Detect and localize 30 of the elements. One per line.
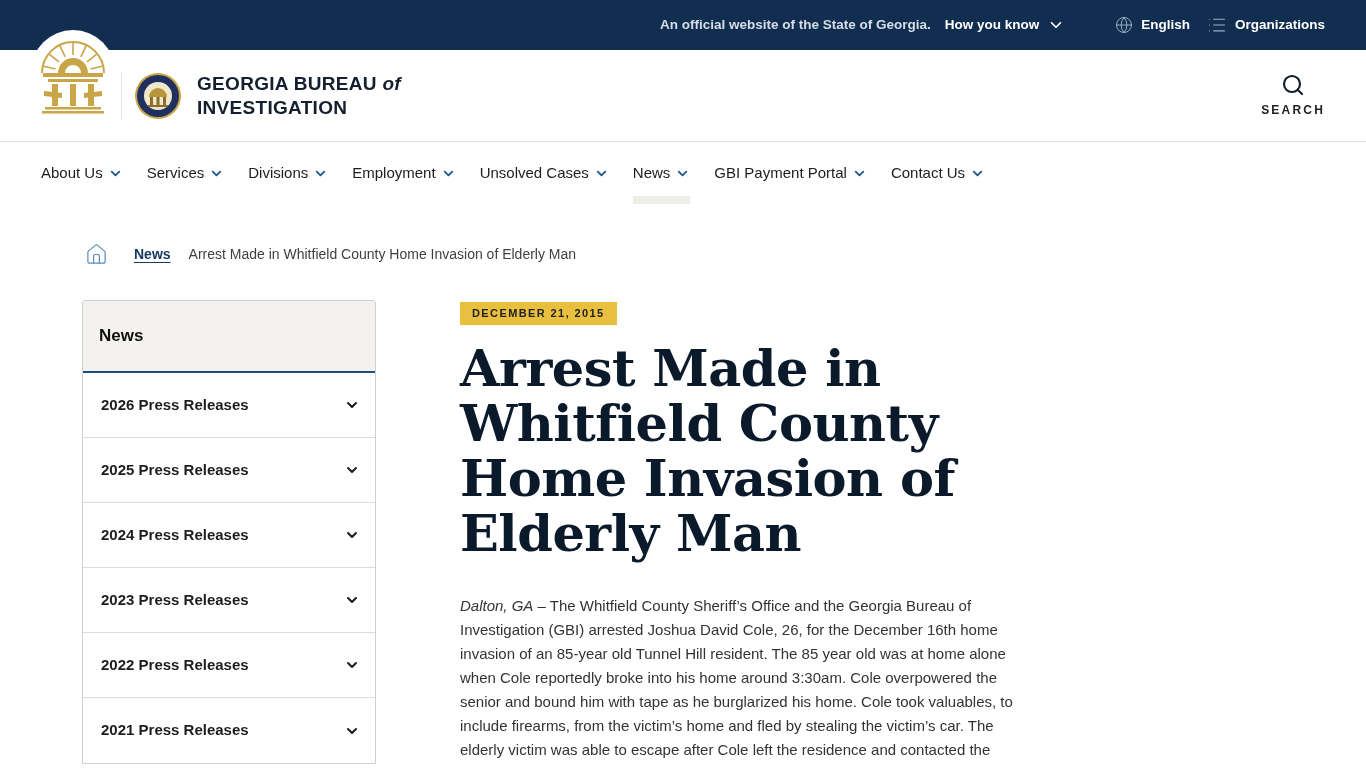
nav-menu-item[interactable]: Divisions <box>248 142 329 204</box>
nav-menu-item[interactable]: Contact Us <box>890 142 986 204</box>
globe-icon <box>1115 16 1134 34</box>
how-you-know-button[interactable]: How you know <box>944 14 1066 36</box>
round-seal-logo <box>135 72 181 119</box>
article-paragraph: Dalton, GA – The Whitfield County Sheriff’s Office and the Georgia Bureau of Investigation (GBI) arrested Joshua David Cole, 26, for the December 16th home invasion of an 85-year old Tunnel Hill resident. The 85 year old was at home alone when Cole reportedly broke into his home around 3:30am. Cole overpowered the senior and bound him with tape as he burglarized his home. Cole took valuables, to include firearms, from the victim’s home and fled by stealing the victim’s car. The elderly victim was able to escape after Cole left the residence and contacted the <box>460 596 1014 760</box>
nav-menu-item[interactable]: News <box>632 142 691 204</box>
sidebar-item[interactable]: 2023 Press Releases <box>83 568 375 633</box>
home-icon[interactable] <box>85 242 108 266</box>
search-button[interactable]: SEARCH <box>1261 72 1325 119</box>
nav-menu-item[interactable]: Services <box>146 142 225 204</box>
breadcrumb-link[interactable]: News <box>134 243 171 265</box>
sidebar-item[interactable]: 2025 Press Releases <box>83 438 375 503</box>
search-icon <box>1281 72 1306 97</box>
sidebar-item[interactable]: 2026 Press Releases <box>83 373 375 438</box>
official-notice: An official website of the State of Georgia. <box>659 15 931 34</box>
site-name[interactable]: GEORGIA BUREAU of INVESTIGATION <box>197 71 401 120</box>
nav-menu-item[interactable]: Employment <box>352 142 456 204</box>
sidebar-item[interactable]: 2022 Press Releases <box>83 633 375 698</box>
nav-menu-item[interactable]: Unsolved Cases <box>479 142 609 204</box>
nav-menu-item[interactable]: About Us <box>41 142 123 204</box>
organizations-button[interactable]: Organizations <box>1207 14 1325 36</box>
sidebar-title: News <box>99 325 144 348</box>
article-title: Arrest Made in Whitfield County Home Invasion of Elderly Man <box>460 341 1050 561</box>
breadcrumb-current: Arrest Made in Whitfield County Home Invasion of Elderly Man <box>188 244 577 264</box>
language-button[interactable]: English <box>1115 14 1190 36</box>
sidebar-item[interactable]: 2024 Press Releases <box>83 503 375 568</box>
sidebar-item[interactable]: 2021 Press Releases <box>83 698 375 763</box>
date-badge: DECEMBER 21, 2015 <box>460 302 617 325</box>
nav-menu-item[interactable]: GBI Payment Portal <box>714 142 867 204</box>
